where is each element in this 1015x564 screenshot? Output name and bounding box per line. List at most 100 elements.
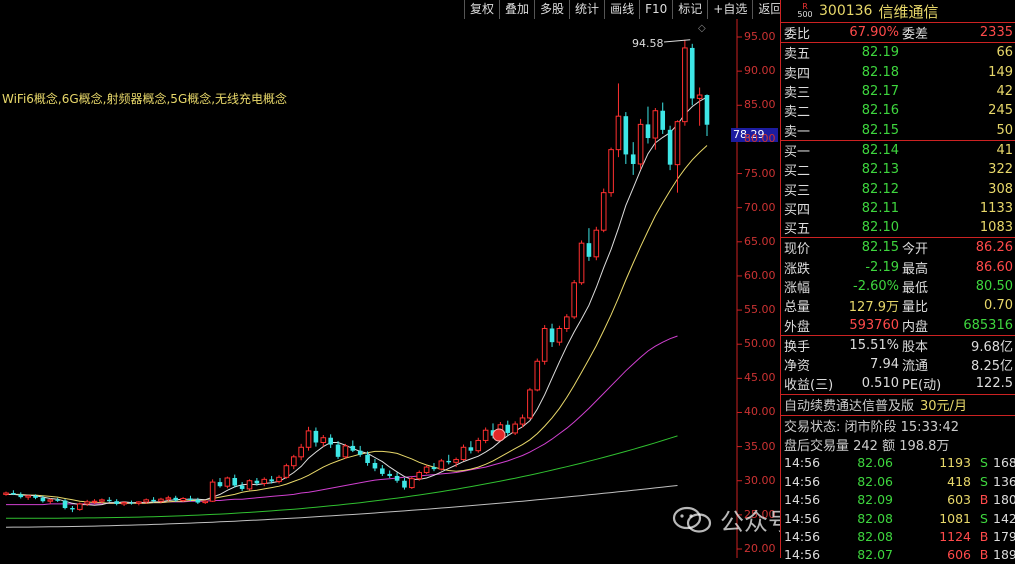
candle xyxy=(283,463,290,479)
toolbar-restore-rights-button[interactable]: 复权 xyxy=(464,0,499,19)
candle xyxy=(298,443,304,461)
candle xyxy=(667,125,673,171)
tick-row: 14:56 82.06 1193 S 168 xyxy=(784,455,1015,471)
sell-row[interactable]: 卖五 82.19 66 xyxy=(781,43,1015,62)
candle xyxy=(660,102,666,134)
candle xyxy=(682,39,688,126)
candle xyxy=(372,458,378,472)
candle xyxy=(25,495,31,500)
candle xyxy=(431,462,437,472)
candle xyxy=(482,427,489,444)
candle xyxy=(342,443,349,459)
sell-row[interactable]: 卖三 82.17 42 xyxy=(781,82,1015,101)
quote-row: 现价 82.15 今开 86.26 xyxy=(784,240,1013,258)
promo-banner[interactable]: 自动续费通达信普及版 30元/月 xyxy=(781,395,1015,416)
event-marker-icon[interactable] xyxy=(492,428,506,442)
sell-label: 卖五 xyxy=(784,47,811,63)
candle xyxy=(217,478,223,488)
buy-volume: 322 xyxy=(988,162,1013,178)
buy-orders: 买一 82.14 41 买二 82.13 322 买三 82.12 308 买四 82.11 1133… xyxy=(781,141,1015,239)
quote-value: 593760 xyxy=(849,317,899,333)
sell-row[interactable]: 卖二 82.16 245 xyxy=(781,101,1015,120)
tick-row: 14:56 82.08 1124 B 179 xyxy=(784,528,1015,544)
fundamental-value: 122.5 xyxy=(975,376,1013,392)
toolbar-draw-line-button[interactable]: 画线 xyxy=(604,0,639,19)
candle xyxy=(246,479,253,491)
candle xyxy=(586,228,592,261)
buy-row[interactable]: 买一 82.14 41 xyxy=(781,141,1015,160)
sell-price: 82.19 xyxy=(861,45,899,61)
quote-row: 总量 127.9万 量比 0.70 xyxy=(784,298,1013,316)
tick-row: 14:56 82.06 418 S 136 xyxy=(784,473,1015,489)
fundamental-value: 7.94 xyxy=(870,357,899,373)
candle xyxy=(637,118,644,170)
candle xyxy=(549,323,555,347)
buy-row[interactable]: 买五 82.10 1083 xyxy=(781,218,1015,237)
concept-tags[interactable]: WiFi6概念,6G概念,射频器概念,5G概念,无线充电概念 xyxy=(2,90,287,107)
candle xyxy=(704,94,710,136)
buy-label: 买二 xyxy=(784,164,811,180)
buy-row[interactable]: 买二 82.13 322 xyxy=(781,160,1015,179)
sell-orders: 卖五 82.19 66 卖四 82.18 149 卖三 82.17 42 卖二 82.16 245 卖一… xyxy=(781,43,1015,141)
fundamental-value: 0.510 xyxy=(861,376,899,392)
commission-diff: 2335 xyxy=(979,25,1013,41)
diamond-icon[interactable]: ◇ xyxy=(698,23,706,34)
candle xyxy=(615,83,622,158)
tick-row: 14:56 82.07 606 B 189 xyxy=(784,547,1015,563)
sell-label: 卖一 xyxy=(784,124,811,140)
y-tick-label: 90.00 xyxy=(744,64,776,78)
fundamental-row: 收益(三) 0.510 PE(动) 122.5 xyxy=(784,376,1013,394)
candle xyxy=(380,465,385,476)
buy-label: 买五 xyxy=(784,222,811,238)
candle xyxy=(365,451,370,466)
sell-volume: 50 xyxy=(996,122,1013,138)
sell-row[interactable]: 卖一 82.15 50 xyxy=(781,120,1015,140)
y-tick-label: 95.00 xyxy=(744,30,776,43)
sell-volume: 42 xyxy=(996,84,1013,100)
candle xyxy=(70,505,75,513)
sell-price: 82.17 xyxy=(861,84,899,100)
candle xyxy=(505,420,511,436)
max-price-pointer xyxy=(663,39,691,43)
quote-row: 涨跌 -2.19 最高 86.60 xyxy=(784,259,1013,277)
toolbar-statistics-button[interactable]: 统计 xyxy=(569,0,604,19)
candle xyxy=(460,444,467,461)
quote-value: -2.19 xyxy=(865,259,899,275)
tick-row: 14:56 82.08 1081 S 142 xyxy=(784,510,1015,526)
toolbar-multi-stock-button[interactable]: 多股 xyxy=(534,0,569,19)
y-tick-label: 75.00 xyxy=(744,166,776,180)
toolbar-f10-button[interactable]: F10 xyxy=(639,0,672,19)
toolbar-overlay-button[interactable]: 叠加 xyxy=(499,0,534,19)
candle xyxy=(350,440,356,453)
buy-row[interactable]: 买四 82.11 1133 xyxy=(781,199,1015,218)
candle xyxy=(645,106,651,144)
candle xyxy=(55,497,60,502)
y-tick-label: 20.00 xyxy=(744,542,776,555)
tick-list[interactable]: 14:56 82.06 1193 S 168 14:56 82.06 418 S 136 14:56… xyxy=(781,454,1015,564)
toolbar-add-watchlist-button[interactable]: +自选 xyxy=(707,0,752,19)
wechat-icon xyxy=(672,506,712,533)
ma20-line xyxy=(6,335,678,506)
y-tick-label: 50.00 xyxy=(744,337,776,351)
sell-row[interactable]: 卖四 82.18 149 xyxy=(781,63,1015,82)
kline-chart-area[interactable]: 复权 叠加 多股 统计 画线 F10 标记 +自选 返回 WiFi6概念,6G概… xyxy=(0,0,935,558)
buy-row[interactable]: 买三 82.12 308 xyxy=(781,179,1015,199)
quote-panel: R 500 300136 信维通信 委比 67.90% 委差 2335 卖五 82… xyxy=(780,0,1015,562)
toolbar-mark-button[interactable]: 标记 xyxy=(672,0,707,19)
candle xyxy=(320,434,327,447)
kline-chart[interactable] xyxy=(0,0,780,558)
sell-price: 82.15 xyxy=(861,122,899,138)
buy-volume: 1083 xyxy=(979,220,1013,236)
buy-label: 买一 xyxy=(784,144,811,160)
fundamental-value: 8.25亿 xyxy=(971,359,1013,375)
y-tick-label: 80.00 xyxy=(744,132,776,146)
candle xyxy=(47,498,54,504)
candle xyxy=(357,445,363,457)
quote-stats: 现价 82.15 今开 86.26 涨跌 -2.19 最高 86.60 涨幅 -2.60% 最低 80… xyxy=(781,238,1015,336)
quote-value: 127.9万 xyxy=(848,300,899,316)
fundamentals: 换手 15.51% 股本 9.68亿 净资 7.94 流通 8.25亿 收益(三) 0.510 PE… xyxy=(781,336,1015,395)
candle xyxy=(608,147,614,197)
fundamental-row: 换手 15.51% 股本 9.68亿 xyxy=(784,337,1013,355)
fundamental-value: 9.68亿 xyxy=(971,339,1013,355)
buy-price: 82.13 xyxy=(861,162,899,178)
